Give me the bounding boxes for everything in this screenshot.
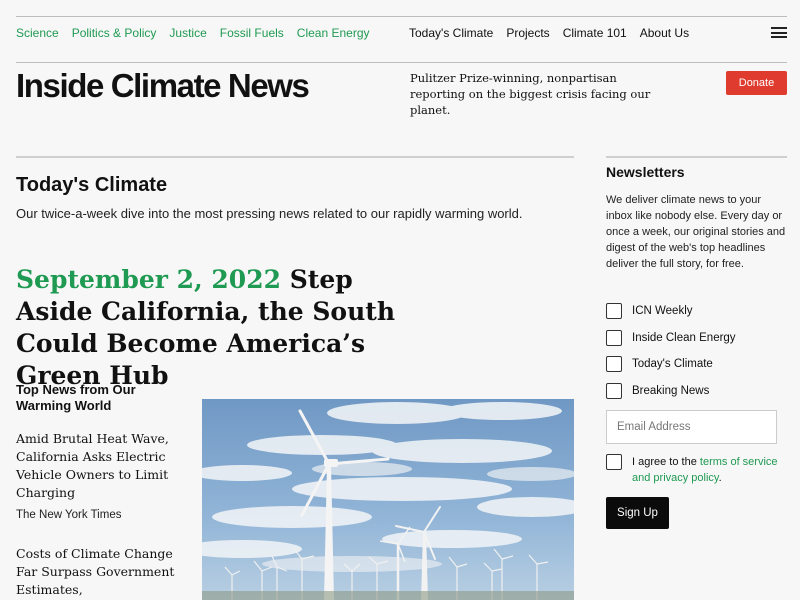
site-logo[interactable]: Inside Climate News	[16, 67, 310, 105]
newsletter-option-icn-weekly[interactable]: ICN Weekly	[606, 303, 693, 319]
newsletter-option-inside-clean-energy[interactable]: Inside Clean Energy	[606, 330, 736, 346]
site-tagline: Pulitzer Prize-winning, nonpartisan repo…	[410, 71, 651, 117]
top-news-heading: Top News from Our Warming World	[16, 382, 136, 413]
nav-link-science[interactable]: Science	[16, 26, 59, 40]
nav-link-clean-energy[interactable]: Clean Energy	[297, 26, 370, 40]
signup-button[interactable]: Sign Up	[606, 497, 669, 529]
checkbox-label: Breaking News	[632, 385, 710, 397]
checkbox-label: ICN Weekly	[632, 305, 693, 317]
top-divider	[16, 16, 787, 17]
nav-link-projects[interactable]: Projects	[506, 26, 549, 40]
newsletters-description: We deliver climate news to your inbox li…	[606, 194, 786, 270]
checkbox[interactable]	[606, 330, 622, 346]
nav-link-about-us[interactable]: About Us	[640, 26, 689, 40]
terms-text: I agree to the terms of service and priv…	[632, 454, 792, 486]
category-nav: Science Politics & Policy Justice Fossil…	[16, 26, 370, 40]
newsletter-option-breaking-news[interactable]: Breaking News	[606, 383, 709, 399]
news-story-title[interactable]: Costs of Climate Change Far Surpass Gove…	[16, 545, 186, 599]
checkbox[interactable]	[606, 383, 622, 399]
nav-divider	[16, 62, 787, 63]
headline-date: September 2, 2022	[16, 265, 281, 294]
main-divider	[16, 156, 574, 158]
nav-link-climate-101[interactable]: Climate 101	[563, 26, 627, 40]
checkbox[interactable]	[606, 356, 622, 372]
nav-link-fossil-fuels[interactable]: Fossil Fuels	[220, 26, 284, 40]
nav-link-politics-policy[interactable]: Politics & Policy	[72, 26, 157, 40]
wind-turbine-photo[interactable]	[202, 399, 574, 600]
donate-button[interactable]: Donate	[726, 71, 787, 95]
headline[interactable]: September 2, 2022 Step Aside California,…	[16, 264, 436, 392]
news-story-title[interactable]: Amid Brutal Heat Wave, California Asks E…	[16, 430, 186, 502]
terms-checkbox[interactable]	[606, 454, 622, 470]
sidebar-divider	[606, 156, 787, 158]
news-story-source: The New York Times	[16, 509, 122, 521]
newsletters-title: Newsletters	[606, 164, 685, 180]
checkbox-label: Today's Climate	[632, 358, 713, 370]
nav-link-todays-climate[interactable]: Today's Climate	[409, 26, 493, 40]
checkbox-label: Inside Clean Energy	[632, 332, 736, 344]
terms-prefix: I agree to the	[632, 456, 700, 468]
page-title: Today's Climate	[16, 174, 168, 196]
nav-link-justice[interactable]: Justice	[169, 26, 206, 40]
site-nav: Today's Climate Projects Climate 101 Abo…	[409, 26, 689, 40]
hamburger-menu-icon[interactable]	[771, 27, 787, 38]
checkbox[interactable]	[606, 303, 622, 319]
terms-agreement: I agree to the terms of service and priv…	[606, 454, 792, 486]
page-description: Our twice-a-week dive into the most pres…	[16, 206, 523, 221]
email-field[interactable]	[606, 410, 777, 444]
terms-suffix: .	[718, 472, 722, 484]
newsletter-option-todays-climate[interactable]: Today's Climate	[606, 356, 713, 372]
